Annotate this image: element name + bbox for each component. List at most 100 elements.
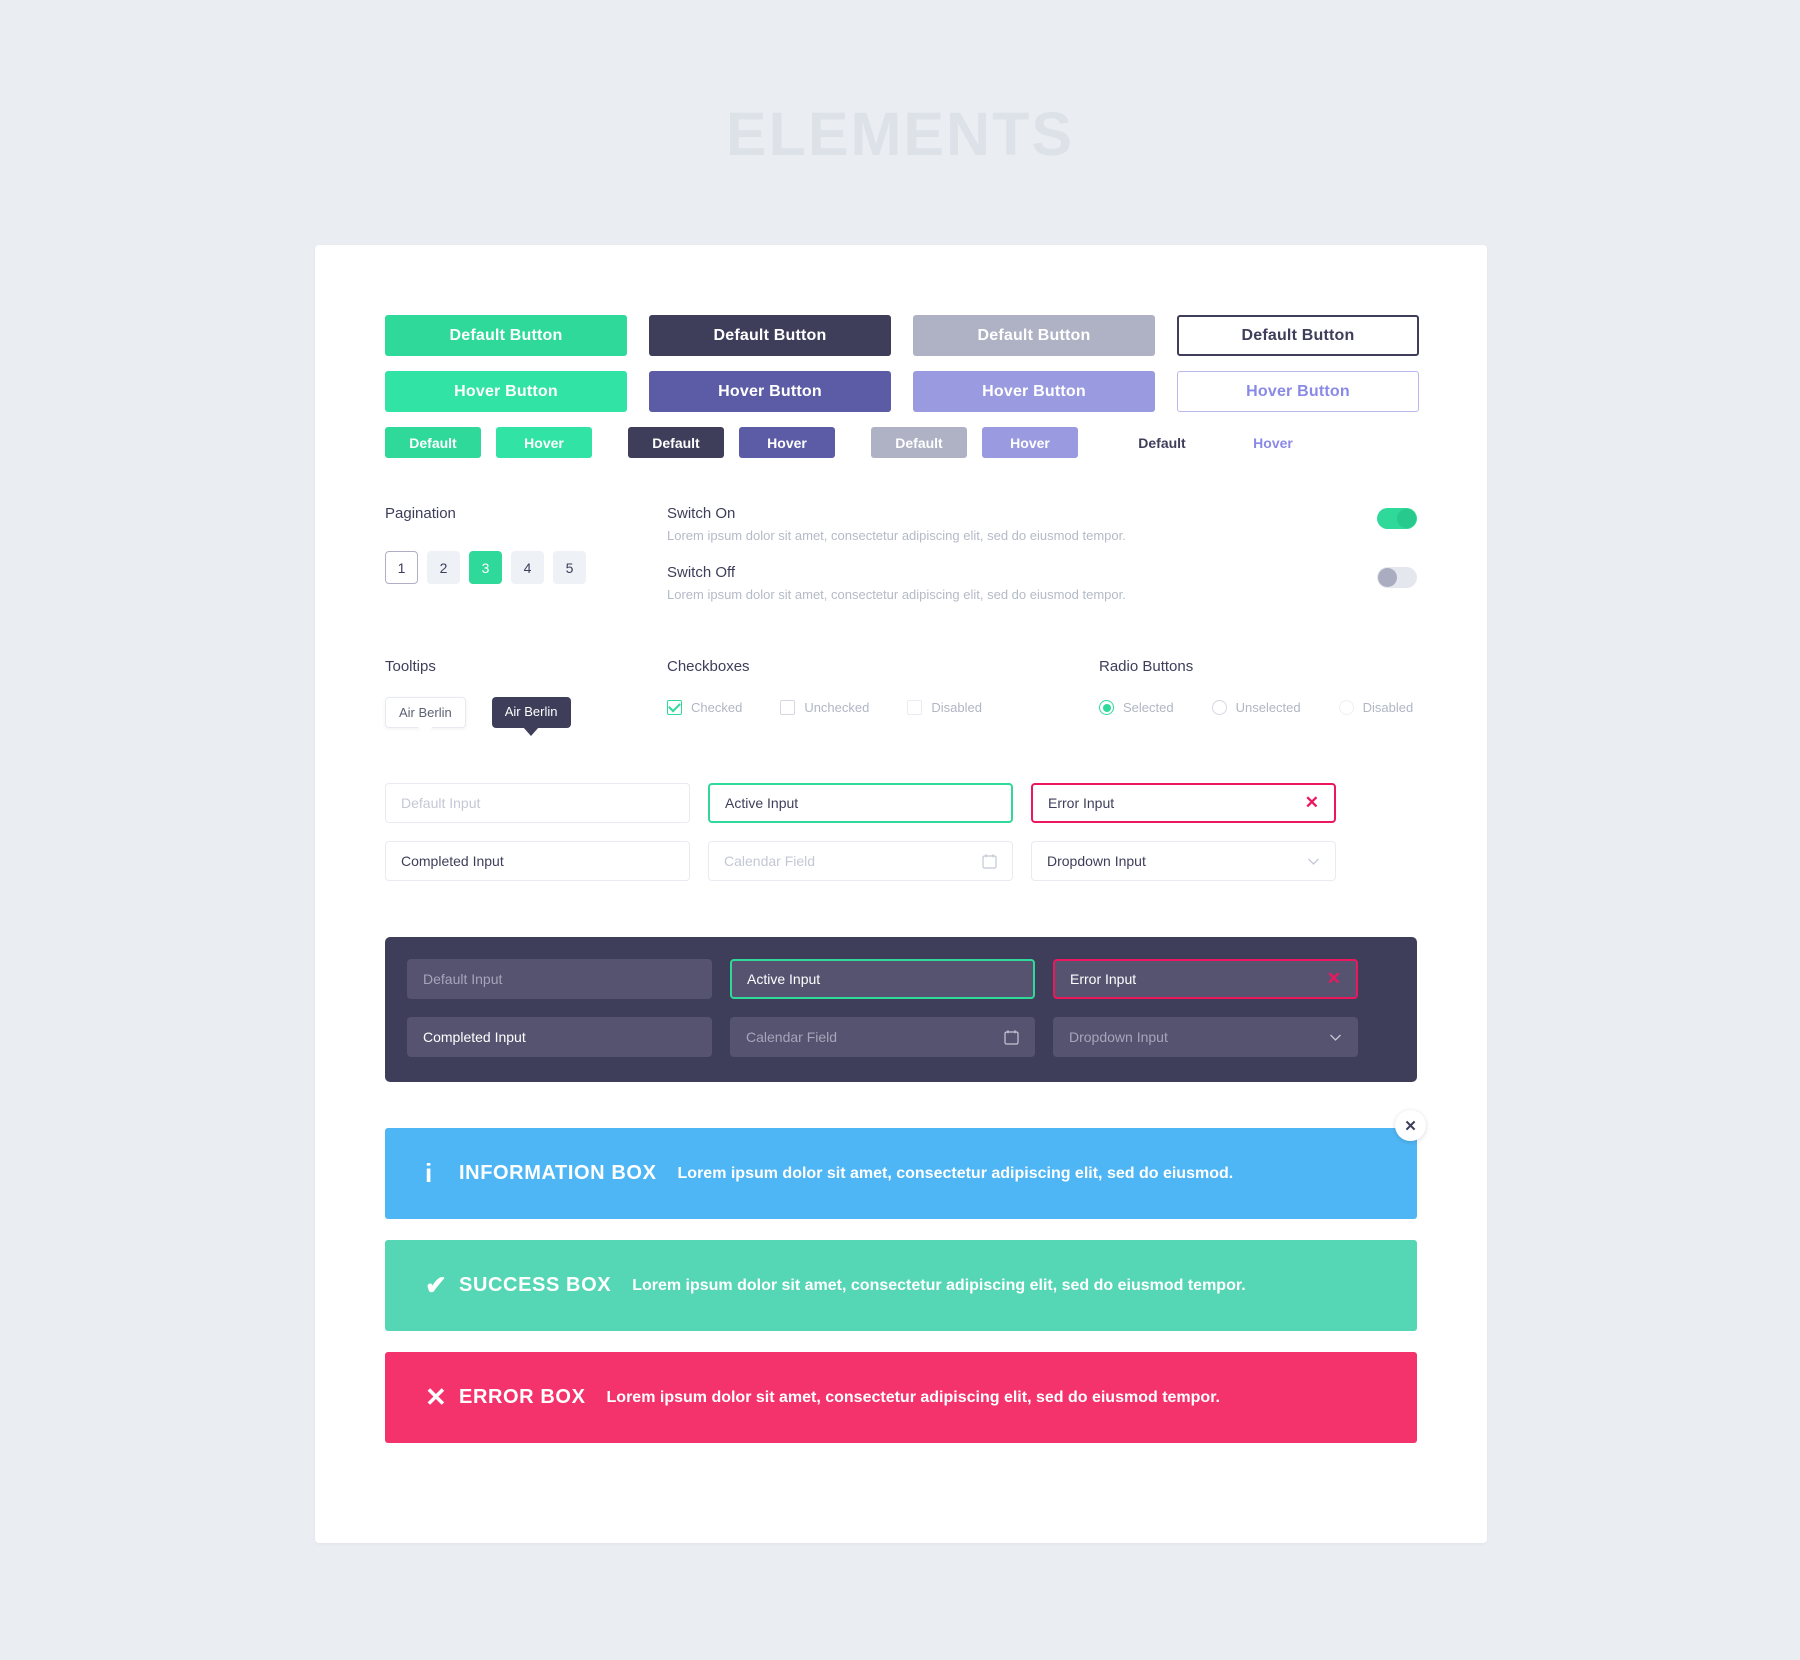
chevron-down-icon[interactable]: [1329, 1033, 1342, 1042]
small-button-default-gray[interactable]: Default: [871, 427, 967, 458]
radios-label: Radio Buttons: [1099, 658, 1194, 675]
small-buttons-row: Default Hover Default Hover Default Hove…: [385, 427, 1417, 458]
alert-success-title: SUCCESS BOX: [459, 1274, 612, 1296]
checkbox-disabled: Disabled: [907, 700, 982, 715]
default-button-outline[interactable]: Default Button: [1177, 315, 1419, 356]
alert-information-title: INFORMATION BOX: [459, 1162, 657, 1184]
calendar-icon[interactable]: [1004, 1029, 1019, 1045]
input-calendar-placeholder: Calendar Field: [724, 853, 816, 869]
input-default[interactable]: Default Input: [385, 783, 690, 823]
alert-success-text: Lorem ipsum dolor sit amet, consectetur …: [632, 1276, 1246, 1294]
tooltips-checkboxes-radios-row: Tooltips Air Berlin Air Berlin Checkboxe…: [385, 658, 1417, 728]
switch-row-on: Switch On Lorem ipsum dolor sit amet, co…: [667, 505, 1417, 543]
pagination-control: 1 2 3 4 5: [385, 551, 667, 584]
x-icon[interactable]: ✕: [1305, 793, 1319, 813]
toggle-knob-on: [1397, 509, 1416, 528]
pagination-label: Pagination: [385, 505, 456, 522]
pagination-section: Pagination 1 2 3 4 5: [385, 505, 667, 602]
chevron-down-icon[interactable]: [1307, 857, 1320, 866]
light-inputs-grid: Default Input Active Input Error Input ✕…: [385, 783, 1417, 881]
default-button-green[interactable]: Default Button: [385, 315, 627, 356]
tooltip-light[interactable]: Air Berlin: [385, 697, 466, 728]
input-completed[interactable]: Completed Input: [385, 841, 690, 881]
radio-disabled: Disabled: [1338, 700, 1414, 715]
radio-group: Selected Unselected Disabled: [1099, 700, 1417, 715]
input-active[interactable]: Active Input: [708, 783, 1013, 823]
radio-disabled-label: Disabled: [1362, 700, 1414, 715]
x-icon[interactable]: ✕: [1327, 969, 1341, 989]
cross-icon: ✕: [425, 1382, 447, 1412]
dark-input-calendar-placeholder: Calendar Field: [746, 1029, 838, 1045]
hover-button-green[interactable]: Hover Button: [385, 371, 627, 412]
radio-unselected-icon: [1211, 700, 1227, 715]
close-icon[interactable]: ✕: [1395, 1110, 1426, 1141]
checkboxes-label: Checkboxes: [667, 658, 750, 675]
page-button-3[interactable]: 3: [469, 551, 502, 584]
alert-error-box: ✕ ERROR BOX Lorem ipsum dolor sit amet, …: [385, 1352, 1417, 1443]
page-button-2[interactable]: 2: [427, 551, 460, 584]
small-button-hover-green[interactable]: Hover: [496, 427, 592, 458]
input-error[interactable]: Error Input ✕: [1031, 783, 1336, 823]
radio-selected-label: Selected: [1123, 700, 1174, 715]
checkbox-unchecked-icon: [780, 700, 796, 715]
dark-input-active[interactable]: Active Input: [730, 959, 1035, 999]
dark-input-dropdown[interactable]: Dropdown Input: [1053, 1017, 1358, 1057]
dark-input-error[interactable]: Error Input ✕: [1053, 959, 1358, 999]
default-buttons-row: Default Button Default Button Default Bu…: [385, 315, 1419, 356]
checkbox-unchecked[interactable]: Unchecked: [780, 700, 869, 715]
switch-off-title: Switch Off: [667, 564, 736, 581]
toggle-switch-on[interactable]: [1377, 508, 1417, 529]
small-button-default-green[interactable]: Default: [385, 427, 481, 458]
checkbox-unchecked-label: Unchecked: [804, 700, 870, 715]
alert-boxes: ✕ i INFORMATION BOX Lorem ipsum dolor si…: [385, 1110, 1426, 1443]
small-button-hover-purple[interactable]: Hover: [739, 427, 835, 458]
pagination-switches-row: Pagination 1 2 3 4 5 Switch On Lorem ips…: [385, 505, 1417, 602]
alert-error-title: ERROR BOX: [459, 1386, 586, 1408]
checkbox-disabled-icon: [907, 700, 923, 715]
default-button-dark[interactable]: Default Button: [649, 315, 891, 356]
hover-button-outline[interactable]: Hover Button: [1177, 371, 1419, 412]
hover-buttons-row: Hover Button Hover Button Hover Button H…: [385, 371, 1419, 412]
alert-error-text: Lorem ipsum dolor sit amet, consectetur …: [606, 1388, 1220, 1406]
checkbox-checked[interactable]: Checked: [667, 700, 742, 715]
tooltips-section: Tooltips Air Berlin Air Berlin: [385, 658, 667, 728]
switch-on-texts: Switch On Lorem ipsum dolor sit amet, co…: [667, 505, 1377, 543]
radio-unselected-label: Unselected: [1235, 700, 1301, 715]
default-button-gray[interactable]: Default Button: [913, 315, 1155, 356]
toggle-knob-off: [1378, 568, 1397, 587]
radio-unselected[interactable]: Unselected: [1211, 700, 1301, 715]
checkbox-disabled-label: Disabled: [931, 700, 982, 715]
alert-information-box: i INFORMATION BOX Lorem ipsum dolor sit …: [385, 1128, 1417, 1219]
page-button-5[interactable]: 5: [553, 551, 586, 584]
input-dropdown[interactable]: Dropdown Input: [1031, 841, 1336, 881]
checkbox-checked-label: Checked: [691, 700, 743, 715]
dark-input-calendar[interactable]: Calendar Field: [730, 1017, 1035, 1057]
input-error-value: Error Input: [1048, 795, 1115, 811]
tooltip-dark[interactable]: Air Berlin: [491, 697, 571, 728]
input-calendar[interactable]: Calendar Field: [708, 841, 1013, 881]
input-dropdown-value: Dropdown Input: [1047, 853, 1146, 869]
tooltips-label: Tooltips: [385, 658, 436, 675]
toggle-switch-off[interactable]: [1377, 567, 1417, 588]
radios-section: Radio Buttons Selected Unselected Disabl…: [1099, 658, 1417, 728]
dark-input-completed[interactable]: Completed Input: [407, 1017, 712, 1057]
radio-selected[interactable]: Selected: [1099, 700, 1174, 715]
tooltip-group: Air Berlin Air Berlin: [385, 697, 667, 728]
dark-input-default[interactable]: Default Input: [407, 959, 712, 999]
dark-inputs-panel: Default Input Active Input Error Input ✕…: [385, 937, 1417, 1082]
page-button-1[interactable]: 1: [385, 551, 418, 584]
small-button-hover-outline[interactable]: Hover: [1225, 427, 1321, 458]
page-button-4[interactable]: 4: [511, 551, 544, 584]
calendar-icon[interactable]: [982, 853, 997, 869]
switch-row-off: Switch Off Lorem ipsum dolor sit amet, c…: [667, 564, 1417, 602]
card-content: Default Button Default Button Default Bu…: [385, 315, 1426, 1443]
small-button-default-dark[interactable]: Default: [628, 427, 724, 458]
info-icon: i: [425, 1158, 433, 1188]
hover-button-light-purple[interactable]: Hover Button: [913, 371, 1155, 412]
small-button-hover-light-purple[interactable]: Hover: [982, 427, 1078, 458]
alert-success-box: ✔ SUCCESS BOX Lorem ipsum dolor sit amet…: [385, 1240, 1417, 1331]
hover-button-purple[interactable]: Hover Button: [649, 371, 891, 412]
switch-on-description: Lorem ipsum dolor sit amet, consectetur …: [667, 528, 1126, 543]
switch-off-texts: Switch Off Lorem ipsum dolor sit amet, c…: [667, 564, 1377, 602]
small-button-default-outline[interactable]: Default: [1114, 427, 1210, 458]
